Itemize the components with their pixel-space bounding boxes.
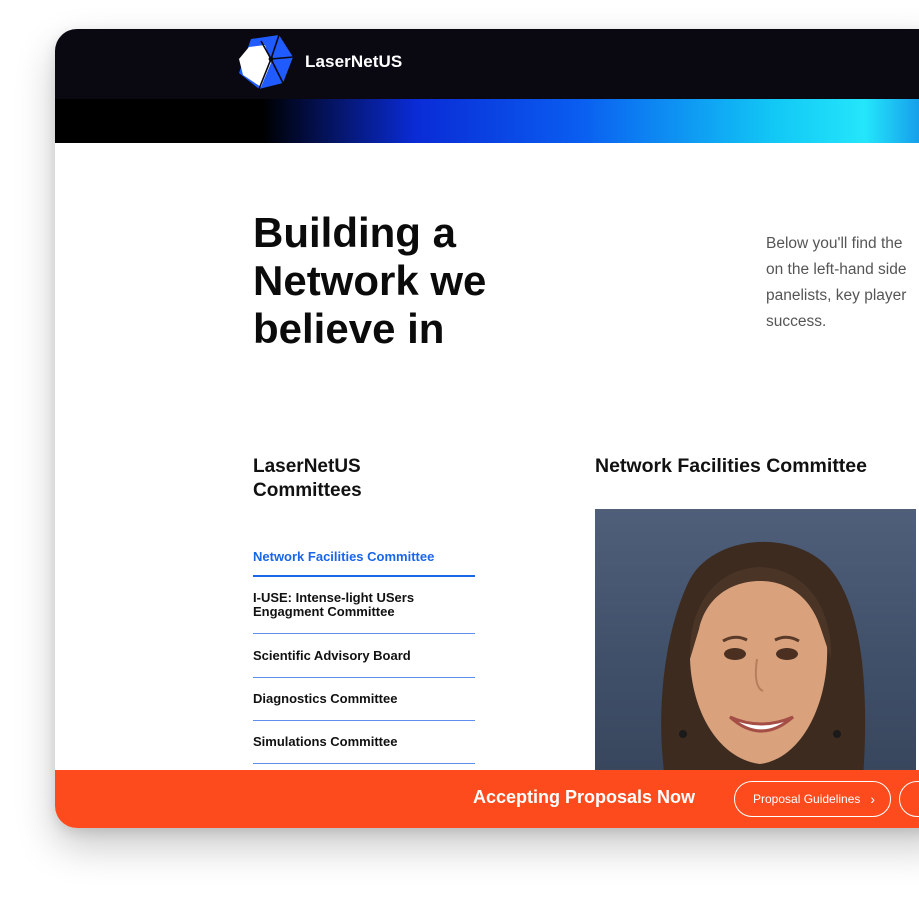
committee-section-heading: Network Facilities Committee xyxy=(595,455,867,477)
lasernetus-logo-icon xyxy=(239,34,294,90)
secondary-banner-button[interactable]: › xyxy=(899,781,919,817)
committee-nav-item-simulations[interactable]: Simulations Committee xyxy=(253,721,475,764)
proposal-guidelines-button[interactable]: Proposal Guidelines › xyxy=(734,781,891,817)
chevron-right-icon: › xyxy=(870,791,876,807)
top-navigation-bar: LaserNetUS xyxy=(55,29,919,99)
brand-name: LaserNetUS xyxy=(305,52,403,71)
committees-heading: LaserNetUS Committees xyxy=(253,456,362,501)
brand-logo[interactable]: LaserNetUS xyxy=(235,33,402,91)
intro-paragraph: Below you'll find the on the left-hand s… xyxy=(766,235,907,330)
browser-frame: LaserNetUS Building a Network we believe… xyxy=(55,29,919,828)
committee-nav-item-diagnostics[interactable]: Diagnostics Committee xyxy=(253,678,475,721)
committee-nav-item-network-facilities[interactable]: Network Facilities Committee xyxy=(253,539,475,577)
proposals-banner: Accepting Proposals Now Proposal Guideli… xyxy=(55,770,919,828)
committee-member-portrait xyxy=(595,509,916,779)
committee-nav-item-scientific-advisory-board[interactable]: Scientific Advisory Board xyxy=(253,634,475,678)
committee-nav-list: Network Facilities Committee I-USE: Inte… xyxy=(253,539,475,764)
hero-gradient-band xyxy=(55,99,919,143)
committee-nav-item-i-use[interactable]: I-USE: Intense-light USers Engagment Com… xyxy=(253,577,475,634)
page-title: Building a Network we believe in xyxy=(253,209,487,352)
proposal-guidelines-label: Proposal Guidelines xyxy=(753,792,861,806)
banner-message: Accepting Proposals Now xyxy=(473,787,696,807)
